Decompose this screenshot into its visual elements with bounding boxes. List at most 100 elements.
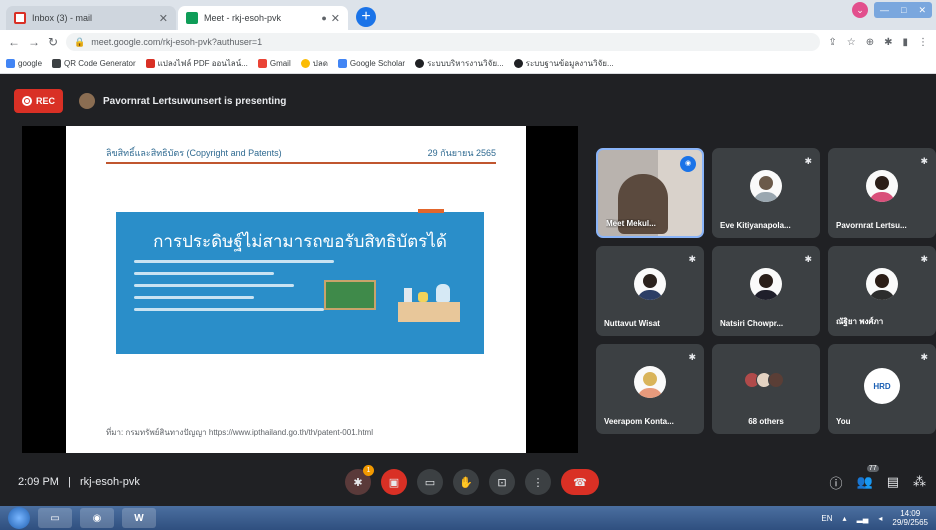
sidepanel-icon[interactable]: ▮: [902, 37, 908, 48]
new-tab-button[interactable]: +: [356, 7, 376, 27]
participant-name: 68 others: [748, 417, 784, 426]
bookmark-item[interactable]: QR Code Generator: [52, 59, 136, 68]
close-tab-icon[interactable]: ✕: [331, 12, 340, 25]
present-button[interactable]: ⊡: [489, 469, 515, 495]
back-icon[interactable]: ←: [8, 35, 20, 49]
participant-tile-self[interactable]: ✱ HRD You: [828, 344, 936, 434]
rec-label: REC: [36, 96, 56, 106]
participant-name: Meet Mekul...: [606, 219, 656, 228]
bookmark-item[interactable]: Google Scholar: [337, 59, 405, 68]
avatar: [768, 372, 784, 388]
more-options-button[interactable]: ⋮: [525, 469, 551, 495]
recording-badge[interactable]: REC: [14, 89, 64, 113]
url-text[interactable]: meet.google.com/rkj-esoh-pvk?authuser=1: [91, 37, 812, 47]
presenting-indicator: Pavornrat Lertsuwunsert is presenting: [79, 93, 286, 109]
record-icon: [22, 96, 32, 106]
tray-arrow-icon[interactable]: ▴: [843, 514, 847, 523]
chat-icon[interactable]: ▤: [887, 474, 899, 490]
os-taskbar: ▭ ◉ W EN ▴ ▂▄ ◂ 14:09 29/9/2565: [0, 506, 936, 530]
close-icon[interactable]: ✕: [918, 5, 926, 16]
taskbar-explorer[interactable]: ▭: [38, 508, 72, 528]
avatar: [866, 170, 898, 202]
people-button[interactable]: 👥 77: [857, 465, 879, 490]
share-icon[interactable]: ⇪: [828, 37, 836, 48]
reload-icon[interactable]: ↻: [48, 35, 58, 49]
bookmarks-bar: google QR Code Generator แปลงไฟล์ PDF ออ…: [0, 54, 936, 74]
bookmark-item[interactable]: ปลด: [300, 57, 328, 70]
volume-icon[interactable]: ◂: [878, 514, 882, 523]
avatar: [750, 170, 782, 202]
raise-hand-button[interactable]: ✋: [453, 469, 479, 495]
chevron-down-icon[interactable]: ⌄: [852, 2, 868, 18]
avatar-body: [637, 290, 663, 300]
camera-button[interactable]: ▣: [381, 469, 407, 495]
recording-tab-icon: ●: [321, 13, 327, 23]
language-indicator[interactable]: EN: [821, 514, 832, 523]
leave-call-button[interactable]: ☎: [561, 469, 599, 495]
star-icon[interactable]: ☆: [847, 37, 856, 48]
info-icon[interactable]: ⓘ: [830, 473, 843, 492]
participant-name: Veerapom Konta...: [604, 417, 674, 426]
camera-off-icon: ▣: [388, 476, 400, 489]
extension-icon[interactable]: ⊕: [866, 37, 874, 48]
taskbar-chrome[interactable]: ◉: [80, 508, 114, 528]
meeting-time: 2:09 PM: [18, 476, 59, 488]
bullet-line: [134, 272, 274, 275]
bullet-line: [134, 260, 334, 263]
meet-header: REC Pavornrat Lertsuwunsert is presentin…: [0, 84, 936, 118]
notification-badge: 1: [363, 465, 374, 476]
tab-label: Inbox (3) - mail: [32, 13, 93, 23]
bookmark-item[interactable]: ระบบบริหารงานวิจัย...: [415, 57, 504, 70]
maximize-icon[interactable]: □: [901, 5, 906, 15]
participant-tile-others[interactable]: 68 others: [712, 344, 820, 434]
url-input[interactable]: 🔒 meet.google.com/rkj-esoh-pvk?authuser=…: [66, 33, 821, 51]
tab-meet[interactable]: Meet - rkj-esoh-pvk ● ✕: [178, 6, 348, 30]
puzzle-icon[interactable]: ✱: [884, 37, 892, 48]
beaker-shape: [418, 292, 428, 302]
tab-label: Meet - rkj-esoh-pvk: [204, 13, 282, 23]
avatar: [750, 268, 782, 300]
call-controls: ✱ 1 ▣ ▭ ✋ ⊡ ⋮ ☎: [345, 465, 599, 495]
bookmark-item[interactable]: Gmail: [257, 59, 291, 68]
close-tab-icon[interactable]: ✕: [159, 12, 168, 25]
more-vert-icon: ⋮: [532, 476, 544, 489]
toolbar-right: ⇪ ☆ ⊕ ✱ ▮ ⋮: [828, 37, 928, 48]
present-icon: ⊡: [497, 476, 507, 489]
bookmark-item[interactable]: แปลงไฟล์ PDF ออนไลน์...: [145, 57, 248, 70]
lab-illustration: [398, 276, 460, 322]
circle-icon: [300, 59, 310, 68]
participant-tile[interactable]: ✱ Pavornrat Lertsu...: [828, 148, 936, 238]
captions-button[interactable]: ▭: [417, 469, 443, 495]
tab-gmail[interactable]: Inbox (3) - mail ✕: [6, 6, 176, 30]
avatar-body: [869, 290, 895, 300]
self-logo: HRD: [864, 368, 900, 404]
word-icon: W: [134, 512, 144, 524]
bookmark-item[interactable]: google: [6, 59, 42, 68]
globe-icon: [513, 59, 523, 68]
mic-button[interactable]: ✱ 1: [345, 465, 374, 495]
hand-icon: ✋: [459, 476, 473, 489]
participant-tile[interactable]: ✱ ณัฐิยา พงศ์ภา: [828, 246, 936, 336]
start-button[interactable]: [8, 507, 30, 529]
network-icon[interactable]: ▂▄: [857, 514, 869, 523]
taskbar-word[interactable]: W: [122, 508, 156, 528]
clock[interactable]: 14:09 29/9/2565: [892, 509, 928, 527]
meet-icon: [186, 12, 198, 24]
participant-tile[interactable]: ✱ Veerapom Konta...: [596, 344, 704, 434]
avatar-head: [643, 274, 657, 288]
minimize-icon[interactable]: —: [880, 5, 889, 15]
slide-main-title: การประดิษฐ์ไม่สามารถขอรับสิทธิบัตรได้: [153, 232, 447, 252]
activities-icon[interactable]: ⁂: [913, 474, 926, 490]
beaker-shape: [404, 288, 412, 302]
participant-name: You: [836, 417, 851, 426]
participant-tile[interactable]: ◉ Meet Mekul...: [596, 148, 704, 238]
participant-tile[interactable]: ✱ Natsiri Chowpr...: [712, 246, 820, 336]
presenter-avatar: [79, 93, 96, 109]
participant-tile[interactable]: ✱ Nuttavut Wisat: [596, 246, 704, 336]
avatar: [634, 366, 666, 398]
window-buttons[interactable]: — □ ✕: [874, 2, 932, 18]
forward-icon[interactable]: →: [28, 35, 40, 49]
bookmark-item[interactable]: ระบบฐานข้อมูลงานวิจัย...: [513, 57, 614, 70]
menu-icon[interactable]: ⋮: [918, 37, 928, 48]
participant-tile[interactable]: ✱ Eve Kitiyanapola...: [712, 148, 820, 238]
